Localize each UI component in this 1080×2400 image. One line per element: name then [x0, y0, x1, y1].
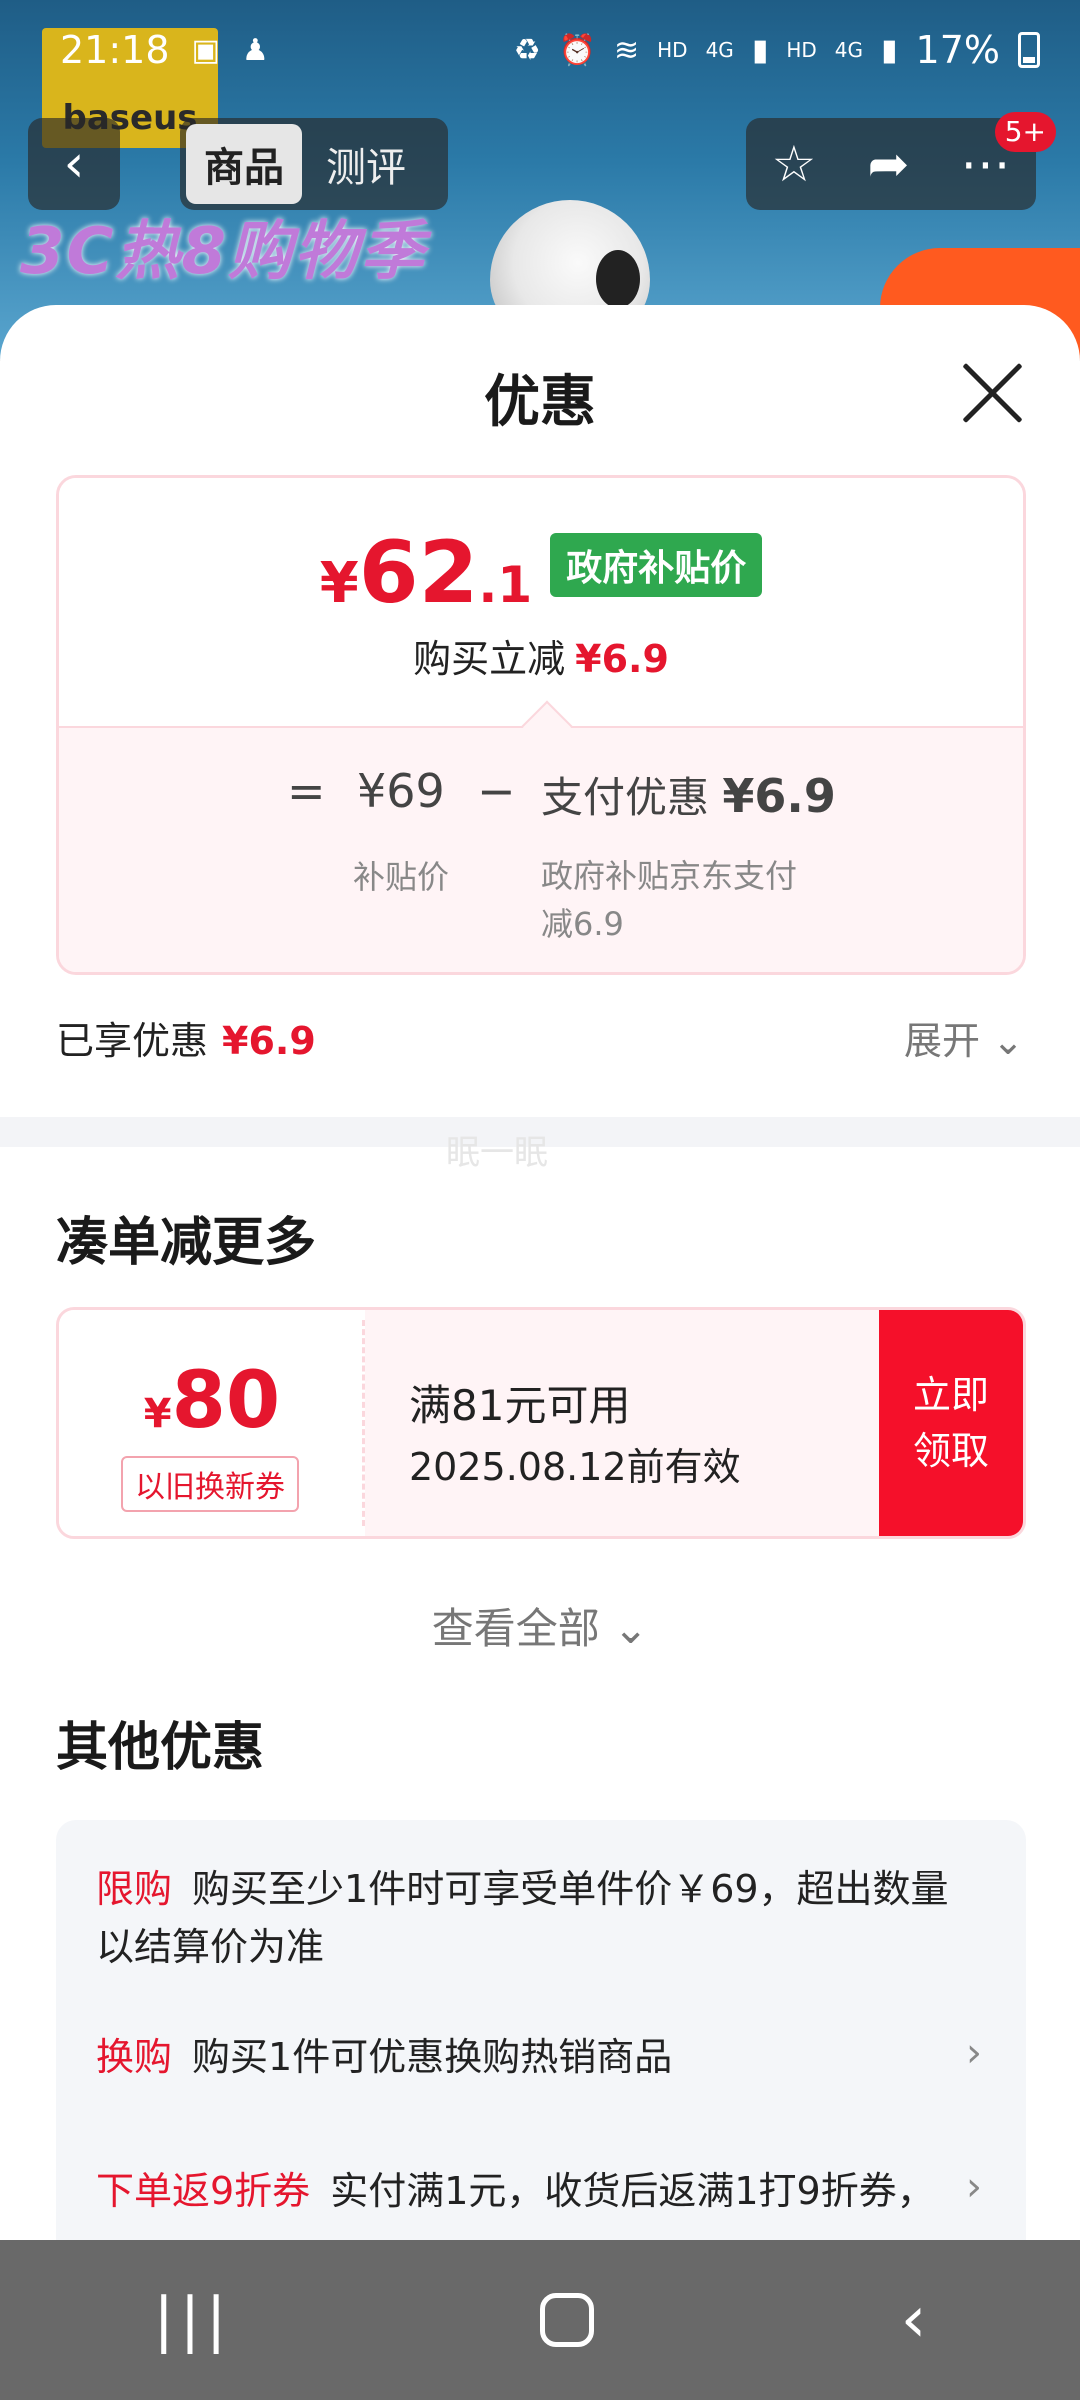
- signal-icon: ▮: [751, 32, 769, 68]
- coupon-amount: ¥80: [59, 1356, 365, 1446]
- promo-item-coupon-return[interactable]: 下单返9折券 实付满1元，收货后返满1打9折券，: [96, 2162, 956, 2220]
- watermark: 眠一眠: [446, 1133, 548, 1173]
- expand-button[interactable]: 展开 ⌄: [904, 1010, 1024, 1065]
- coupon-value: 80: [171, 1356, 281, 1446]
- breakdown-equation: = ¥69 − 支付优惠 ¥6.9: [59, 764, 1023, 824]
- status-bar: 21:18 ▣ ♟ ♻ ⏰ ≋ HD 4G ▮ HD 4G ▮ 17%: [0, 0, 1080, 100]
- status-time: 21:18: [60, 28, 170, 72]
- promo-tag: 下单返9折券: [96, 2169, 311, 2213]
- back-button[interactable]: ‹: [28, 118, 120, 210]
- other-discount-title: 其他优惠: [56, 1718, 265, 1778]
- wifi-icon: ≋: [613, 32, 640, 68]
- minus-sign: −: [477, 764, 516, 818]
- promo-text: 实付满1元，收货后返满1打9折券，: [330, 2169, 935, 2213]
- recent-apps-icon[interactable]: |||: [154, 2285, 233, 2355]
- other-discount-list: 限购 购买至少1件时可享受单件价￥69，超出数量以结算价为准 换购 购买1件可优惠换…: [56, 1820, 1026, 2240]
- discount-sheet: 优惠 ¥ 62 .1 政府补贴价 购买立减 ¥6.9 = ¥69 − 支付优惠 ¥…: [0, 305, 1080, 2240]
- view-all-button[interactable]: 查看全部 ⌄: [0, 1595, 1080, 1656]
- instant-discount: 购买立减 ¥6.9: [59, 628, 1023, 683]
- price-decimal: .1: [478, 556, 533, 614]
- coupon-value-area: ¥80 以旧换新券: [59, 1310, 365, 1536]
- coupon-condition: 满81元可用: [409, 1381, 631, 1430]
- promo-text: 购买至少1件时可享受单件价￥69，超出数量以结算价为准: [96, 1867, 949, 1969]
- chevron-down-icon: ⌄: [992, 1019, 1024, 1063]
- star-icon[interactable]: ☆: [772, 135, 817, 193]
- signal-icon-2: ▮: [881, 32, 898, 68]
- coupon-currency: ¥: [143, 1391, 172, 1437]
- claim-button-line2: 领取: [912, 1429, 989, 1473]
- enjoyed-label: 已享优惠: [56, 1019, 209, 1063]
- message-badge: 5+: [994, 112, 1056, 152]
- claim-coupon-button[interactable]: 立即 领取: [879, 1310, 1023, 1536]
- subsidy-price-value: ¥69: [357, 764, 445, 818]
- enjoyed-value: ¥6.9: [222, 1019, 316, 1063]
- battery-saver-icon: ♻: [513, 32, 541, 68]
- app-notification-icon: ▣: [191, 32, 220, 68]
- network-label: 4G: [705, 38, 734, 62]
- home-icon[interactable]: [539, 2293, 594, 2347]
- close-icon[interactable]: [960, 361, 1024, 425]
- promo-text: 购买1件可优惠换购热销商品: [192, 2035, 673, 2079]
- equals-sign: =: [287, 764, 326, 818]
- share-icon[interactable]: ➦: [867, 135, 909, 193]
- system-navigation-bar: ||| ‹: [0, 2240, 1080, 2400]
- price-card: ¥ 62 .1 政府补贴价 购买立减 ¥6.9 = ¥69 − 支付优惠 ¥6.9…: [56, 475, 1026, 975]
- promo-tag: 换购: [96, 2035, 173, 2079]
- price-integer: 62: [358, 523, 479, 623]
- sheet-title: 优惠: [484, 370, 596, 435]
- payment-discount-label: 支付优惠: [541, 773, 710, 822]
- chevron-right-icon[interactable]: ›: [966, 2030, 982, 2076]
- coupon-type-badge: 以旧换新券: [121, 1456, 299, 1512]
- battery-percent: 17%: [915, 28, 1000, 72]
- coupon-validity: 2025.08.12前有效: [409, 1445, 741, 1489]
- tab-review[interactable]: 测评: [308, 124, 424, 204]
- header-actions: ☆ ➦ ⋯ 5+: [746, 112, 1056, 210]
- promo-banner: 3C热8购物季: [20, 215, 427, 289]
- expand-label: 展开: [904, 1019, 981, 1063]
- price-breakdown: = ¥69 − 支付优惠 ¥6.9 补贴价 政府补贴京东支付减6.9: [59, 726, 1023, 972]
- enjoyed-discount: 已享优惠 ¥6.9: [56, 1010, 316, 1065]
- hd-label: HD: [657, 38, 688, 62]
- instant-discount-label: 购买立减: [413, 637, 566, 681]
- final-price: ¥ 62 .1 政府补贴价: [59, 530, 1023, 619]
- chevron-down-icon: ⌄: [613, 1604, 649, 1653]
- battery-icon: [1018, 32, 1040, 68]
- network-label-2: 4G: [834, 38, 864, 62]
- payment-discount-caption: 政府补贴京东支付减6.9: [541, 857, 798, 943]
- gov-subsidy-tag: 政府补贴价: [550, 533, 763, 597]
- system-back-icon[interactable]: ‹: [901, 2283, 927, 2357]
- price-currency: ¥: [319, 551, 359, 616]
- payment-discount-value: ¥6.9: [722, 769, 836, 823]
- subsidy-price-caption: 补贴价: [353, 858, 450, 896]
- promo-item-exchange[interactable]: 换购 购买1件可优惠换购热销商品: [96, 2028, 956, 2086]
- claim-button-line1: 立即: [912, 1373, 989, 1417]
- tab-product[interactable]: 商品: [186, 124, 302, 204]
- alarm-icon: ⏰: [558, 32, 596, 68]
- promo-tag: 限购: [96, 1867, 173, 1911]
- payment-discount: 支付优惠 ¥6.9: [541, 764, 836, 825]
- hd-label-2: HD: [786, 38, 817, 62]
- price-summary: ¥ 62 .1 政府补贴价 购买立减 ¥6.9: [59, 478, 1023, 726]
- promo-item-limit: 限购 购买至少1件时可享受单件价￥69，超出数量以结算价为准: [96, 1860, 956, 1976]
- view-all-label: 查看全部: [431, 1604, 600, 1653]
- product-tabs: 商品 测评: [180, 118, 448, 210]
- coupon-card: ¥80 以旧换新券 满81元可用 2025.08.12前有效 立即 领取: [56, 1307, 1026, 1539]
- qq-icon: ♟: [241, 32, 269, 68]
- more-discount-title: 凑单减更多: [56, 1213, 317, 1273]
- instant-discount-value: ¥6.9: [575, 637, 669, 681]
- chevron-right-icon[interactable]: ›: [966, 2164, 982, 2210]
- chevron-left-icon: ‹: [63, 134, 85, 194]
